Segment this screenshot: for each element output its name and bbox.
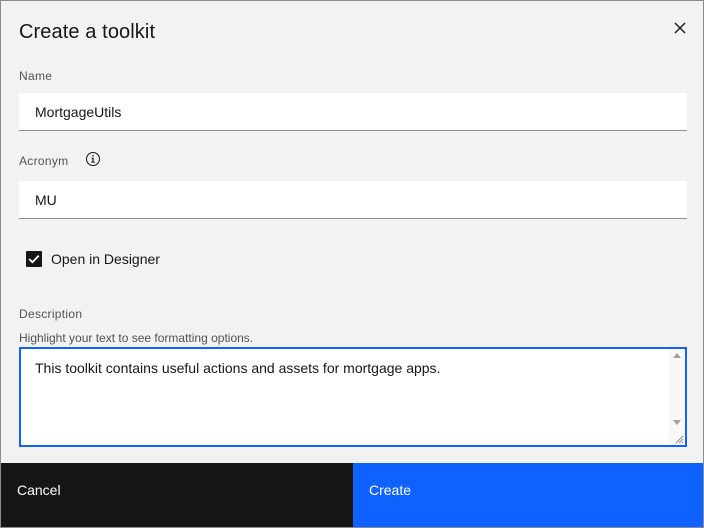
description-label: Description: [19, 307, 83, 321]
close-icon: [674, 22, 686, 34]
description-field-container: This toolkit contains useful actions and…: [19, 347, 687, 447]
scroll-down-icon[interactable]: [673, 420, 681, 425]
acronym-field[interactable]: [19, 181, 687, 219]
open-in-designer-label: Open in Designer: [51, 251, 160, 267]
description-helper-text: Highlight your text to see formatting op…: [19, 331, 254, 345]
scroll-up-icon[interactable]: [673, 353, 681, 358]
resize-grip-icon[interactable]: [674, 434, 684, 444]
create-toolkit-dialog: Create a toolkit Name Acronym Open in De…: [0, 0, 704, 528]
close-button[interactable]: [669, 17, 691, 39]
cancel-button[interactable]: Cancel: [1, 463, 353, 527]
acronym-label: Acronym: [19, 154, 69, 168]
open-in-designer-option[interactable]: Open in Designer: [26, 251, 160, 267]
checkmark-icon: [28, 254, 40, 264]
dialog-footer: Cancel Create: [1, 463, 703, 527]
dialog-title: Create a toolkit: [19, 21, 156, 43]
description-field[interactable]: This toolkit contains useful actions and…: [21, 349, 669, 445]
create-button[interactable]: Create: [353, 463, 703, 527]
info-icon[interactable]: [85, 151, 101, 167]
name-label: Name: [19, 69, 53, 83]
open-in-designer-checkbox[interactable]: [26, 251, 42, 267]
description-scrollbar[interactable]: [669, 349, 685, 445]
name-field[interactable]: [19, 93, 687, 131]
